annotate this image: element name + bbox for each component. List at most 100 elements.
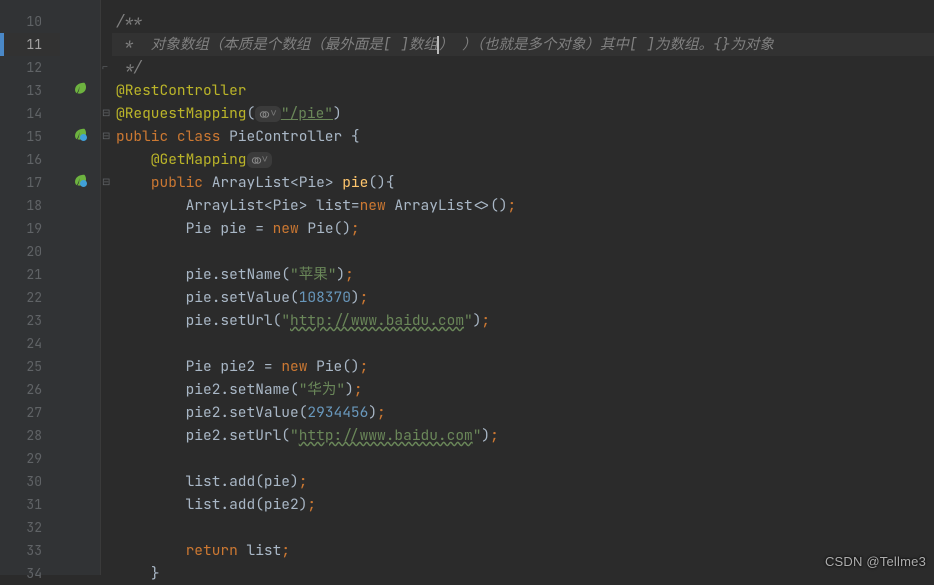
code-token: ) [333, 104, 342, 123]
code-token: ; [345, 265, 354, 284]
code-token: public [151, 173, 212, 192]
code-token: ) [336, 265, 345, 284]
line-number[interactable]: 33 [0, 539, 60, 562]
code-token: ; [360, 288, 369, 307]
code-token: new [273, 219, 308, 238]
code-token: " [290, 426, 299, 445]
code-token: Pie() [316, 357, 360, 376]
line-number[interactable]: 10 [0, 10, 60, 33]
line-number[interactable]: 31 [0, 493, 60, 516]
line-number[interactable]: 25 [0, 355, 60, 378]
code-token: ) [368, 403, 377, 422]
code-token: * 对象数组（本质是个数组（最外面是[ ]数组 [116, 35, 438, 54]
code-token: ; [490, 426, 499, 445]
code-token: PieController { [229, 127, 360, 146]
fold-start-icon[interactable]: ⊟ [102, 177, 111, 186]
inlay-hint-icon[interactable]: ˅ [247, 152, 273, 168]
code-text-area[interactable]: /** * 对象数组（本质是个数组（最外面是[ ]数组） ）（也就是多个对象）其… [112, 0, 934, 575]
code-token: @RestController [116, 81, 247, 100]
code-token: ; [307, 495, 316, 514]
code-token: list.add(pie2) [186, 495, 308, 514]
code-token: ; [508, 196, 517, 215]
code-token: Pie pie2 = [186, 357, 282, 376]
code-token: new [281, 357, 316, 376]
line-number[interactable]: 28 [0, 424, 60, 447]
fold-start-icon[interactable]: ⊟ [102, 131, 111, 140]
code-token: pie.setName( [186, 265, 290, 284]
code-token: return [186, 541, 247, 560]
code-token: pie2.setValue( [186, 403, 308, 422]
code-token: ; [360, 357, 369, 376]
code-token: ArrayList<Pie> [212, 173, 343, 192]
code-token: @RequestMapping [116, 104, 247, 123]
code-token: " [281, 311, 290, 330]
line-number[interactable]: 16 [0, 148, 60, 171]
code-token: "苹果" [290, 265, 336, 284]
line-number[interactable]: 29 [0, 447, 60, 470]
active-line-marker [0, 33, 4, 56]
line-number[interactable]: 12 [0, 56, 60, 79]
line-number[interactable]: 23 [0, 309, 60, 332]
code-token: "/pie" [281, 104, 333, 123]
code-token: (){ [368, 173, 394, 192]
code-token: ; [281, 541, 290, 560]
code-token: Pie() [307, 219, 351, 238]
code-token: public [116, 127, 177, 146]
code-token: ) [351, 288, 360, 307]
code-token: ; [354, 380, 363, 399]
line-number[interactable]: 26 [0, 378, 60, 401]
code-token: @GetMapping [151, 150, 247, 169]
line-number[interactable]: 32 [0, 516, 60, 539]
code-token: ArrayList<Pie> list= [186, 196, 360, 215]
code-token: Pie pie = [186, 219, 273, 238]
code-token: ) [481, 426, 490, 445]
code-token: " [464, 311, 473, 330]
inlay-hint-icon[interactable]: ˅ [255, 106, 281, 122]
line-number[interactable]: 21 [0, 263, 60, 286]
code-token: ( [247, 104, 256, 123]
code-token: } [151, 564, 160, 583]
line-number-gutter: 10 11 12 13 14 15 16 17 18 19 20 21 22 2… [0, 0, 60, 575]
code-token: 2934456 [307, 403, 368, 422]
code-token: pie [342, 173, 368, 192]
code-token: ; [351, 219, 360, 238]
code-token: ) [345, 380, 354, 399]
line-number[interactable]: 18 [0, 194, 60, 217]
code-token: list.add(pie) [186, 472, 299, 491]
line-number[interactable]: 22 [0, 286, 60, 309]
code-token: ArrayList<>() [394, 196, 507, 215]
line-number[interactable]: 13 [0, 79, 60, 102]
code-token: pie2.setName( [186, 380, 299, 399]
code-token: "华为" [299, 380, 345, 399]
line-number[interactable]: 24 [0, 332, 60, 355]
code-token: /** [116, 12, 142, 31]
spring-bean-icon[interactable] [60, 79, 100, 102]
line-number[interactable]: 34 [0, 562, 60, 585]
fold-start-icon[interactable]: ⊟ [102, 108, 111, 117]
code-token: pie.setValue( [186, 288, 299, 307]
line-number[interactable]: 20 [0, 240, 60, 263]
code-token: http://www.baidu.com [299, 426, 473, 445]
line-number[interactable]: 19 [0, 217, 60, 240]
code-token: pie.setUrl( [186, 311, 282, 330]
code-token: pie2.setUrl( [186, 426, 290, 445]
gutter-icons [60, 0, 100, 575]
code-token: ; [299, 472, 308, 491]
fold-end-icon[interactable]: ⌐ [102, 62, 111, 71]
fold-gutter: ⌐ ⊟ ⊟ ⊟ [100, 0, 112, 575]
line-number[interactable]: 15 [0, 125, 60, 148]
spring-web-icon[interactable] [60, 171, 100, 194]
code-token: new [360, 196, 395, 215]
code-token: ） ）（也就是多个对象）其中[ ]为数组。{}为对象 [439, 35, 774, 54]
code-token: http://www.baidu.com [290, 311, 464, 330]
spring-web-icon[interactable] [60, 125, 100, 148]
code-editor[interactable]: 10 11 12 13 14 15 16 17 18 19 20 21 22 2… [0, 0, 934, 575]
line-number[interactable]: 27 [0, 401, 60, 424]
line-number[interactable]: 14 [0, 102, 60, 125]
code-token: 108370 [299, 288, 351, 307]
line-number[interactable]: 11 [0, 33, 60, 56]
line-number[interactable]: 30 [0, 470, 60, 493]
code-token: ; [377, 403, 386, 422]
watermark-text: CSDN @Tellme3 [825, 554, 926, 569]
line-number[interactable]: 17 [0, 171, 60, 194]
